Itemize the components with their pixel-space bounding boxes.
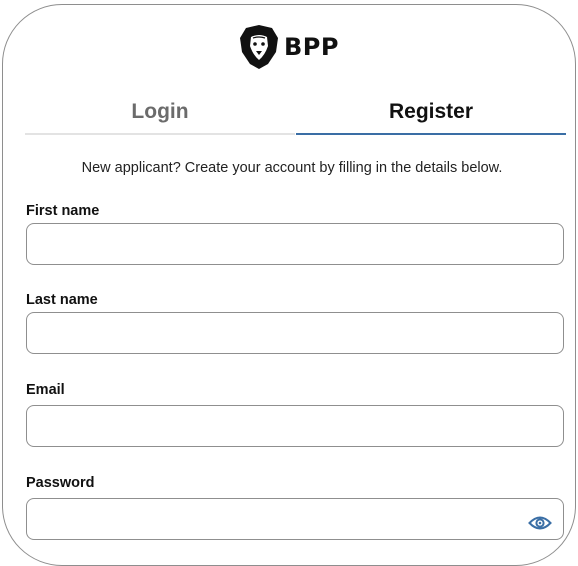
brand-name: BPP bbox=[284, 33, 339, 61]
last-name-field[interactable] bbox=[26, 312, 564, 354]
last-name-label: Last name bbox=[26, 292, 98, 308]
tab-register[interactable]: Register bbox=[296, 91, 566, 135]
brand-logo: BPP bbox=[239, 22, 339, 72]
first-name-field[interactable] bbox=[26, 223, 564, 265]
show-password-button[interactable] bbox=[527, 515, 553, 535]
email-label: Email bbox=[26, 382, 65, 398]
email-field[interactable] bbox=[26, 405, 564, 447]
first-name-label: First name bbox=[26, 203, 100, 219]
password-field[interactable] bbox=[26, 498, 564, 540]
auth-tabs: Login Register bbox=[25, 91, 566, 135]
eye-icon bbox=[528, 515, 552, 536]
tab-login[interactable]: Login bbox=[25, 91, 295, 135]
lion-head-icon bbox=[239, 24, 279, 70]
intro-text: New applicant? Create your account by fi… bbox=[81, 160, 503, 176]
register-card: BPP Login Register New applicant? Create… bbox=[2, 4, 576, 566]
password-label: Password bbox=[26, 475, 95, 491]
